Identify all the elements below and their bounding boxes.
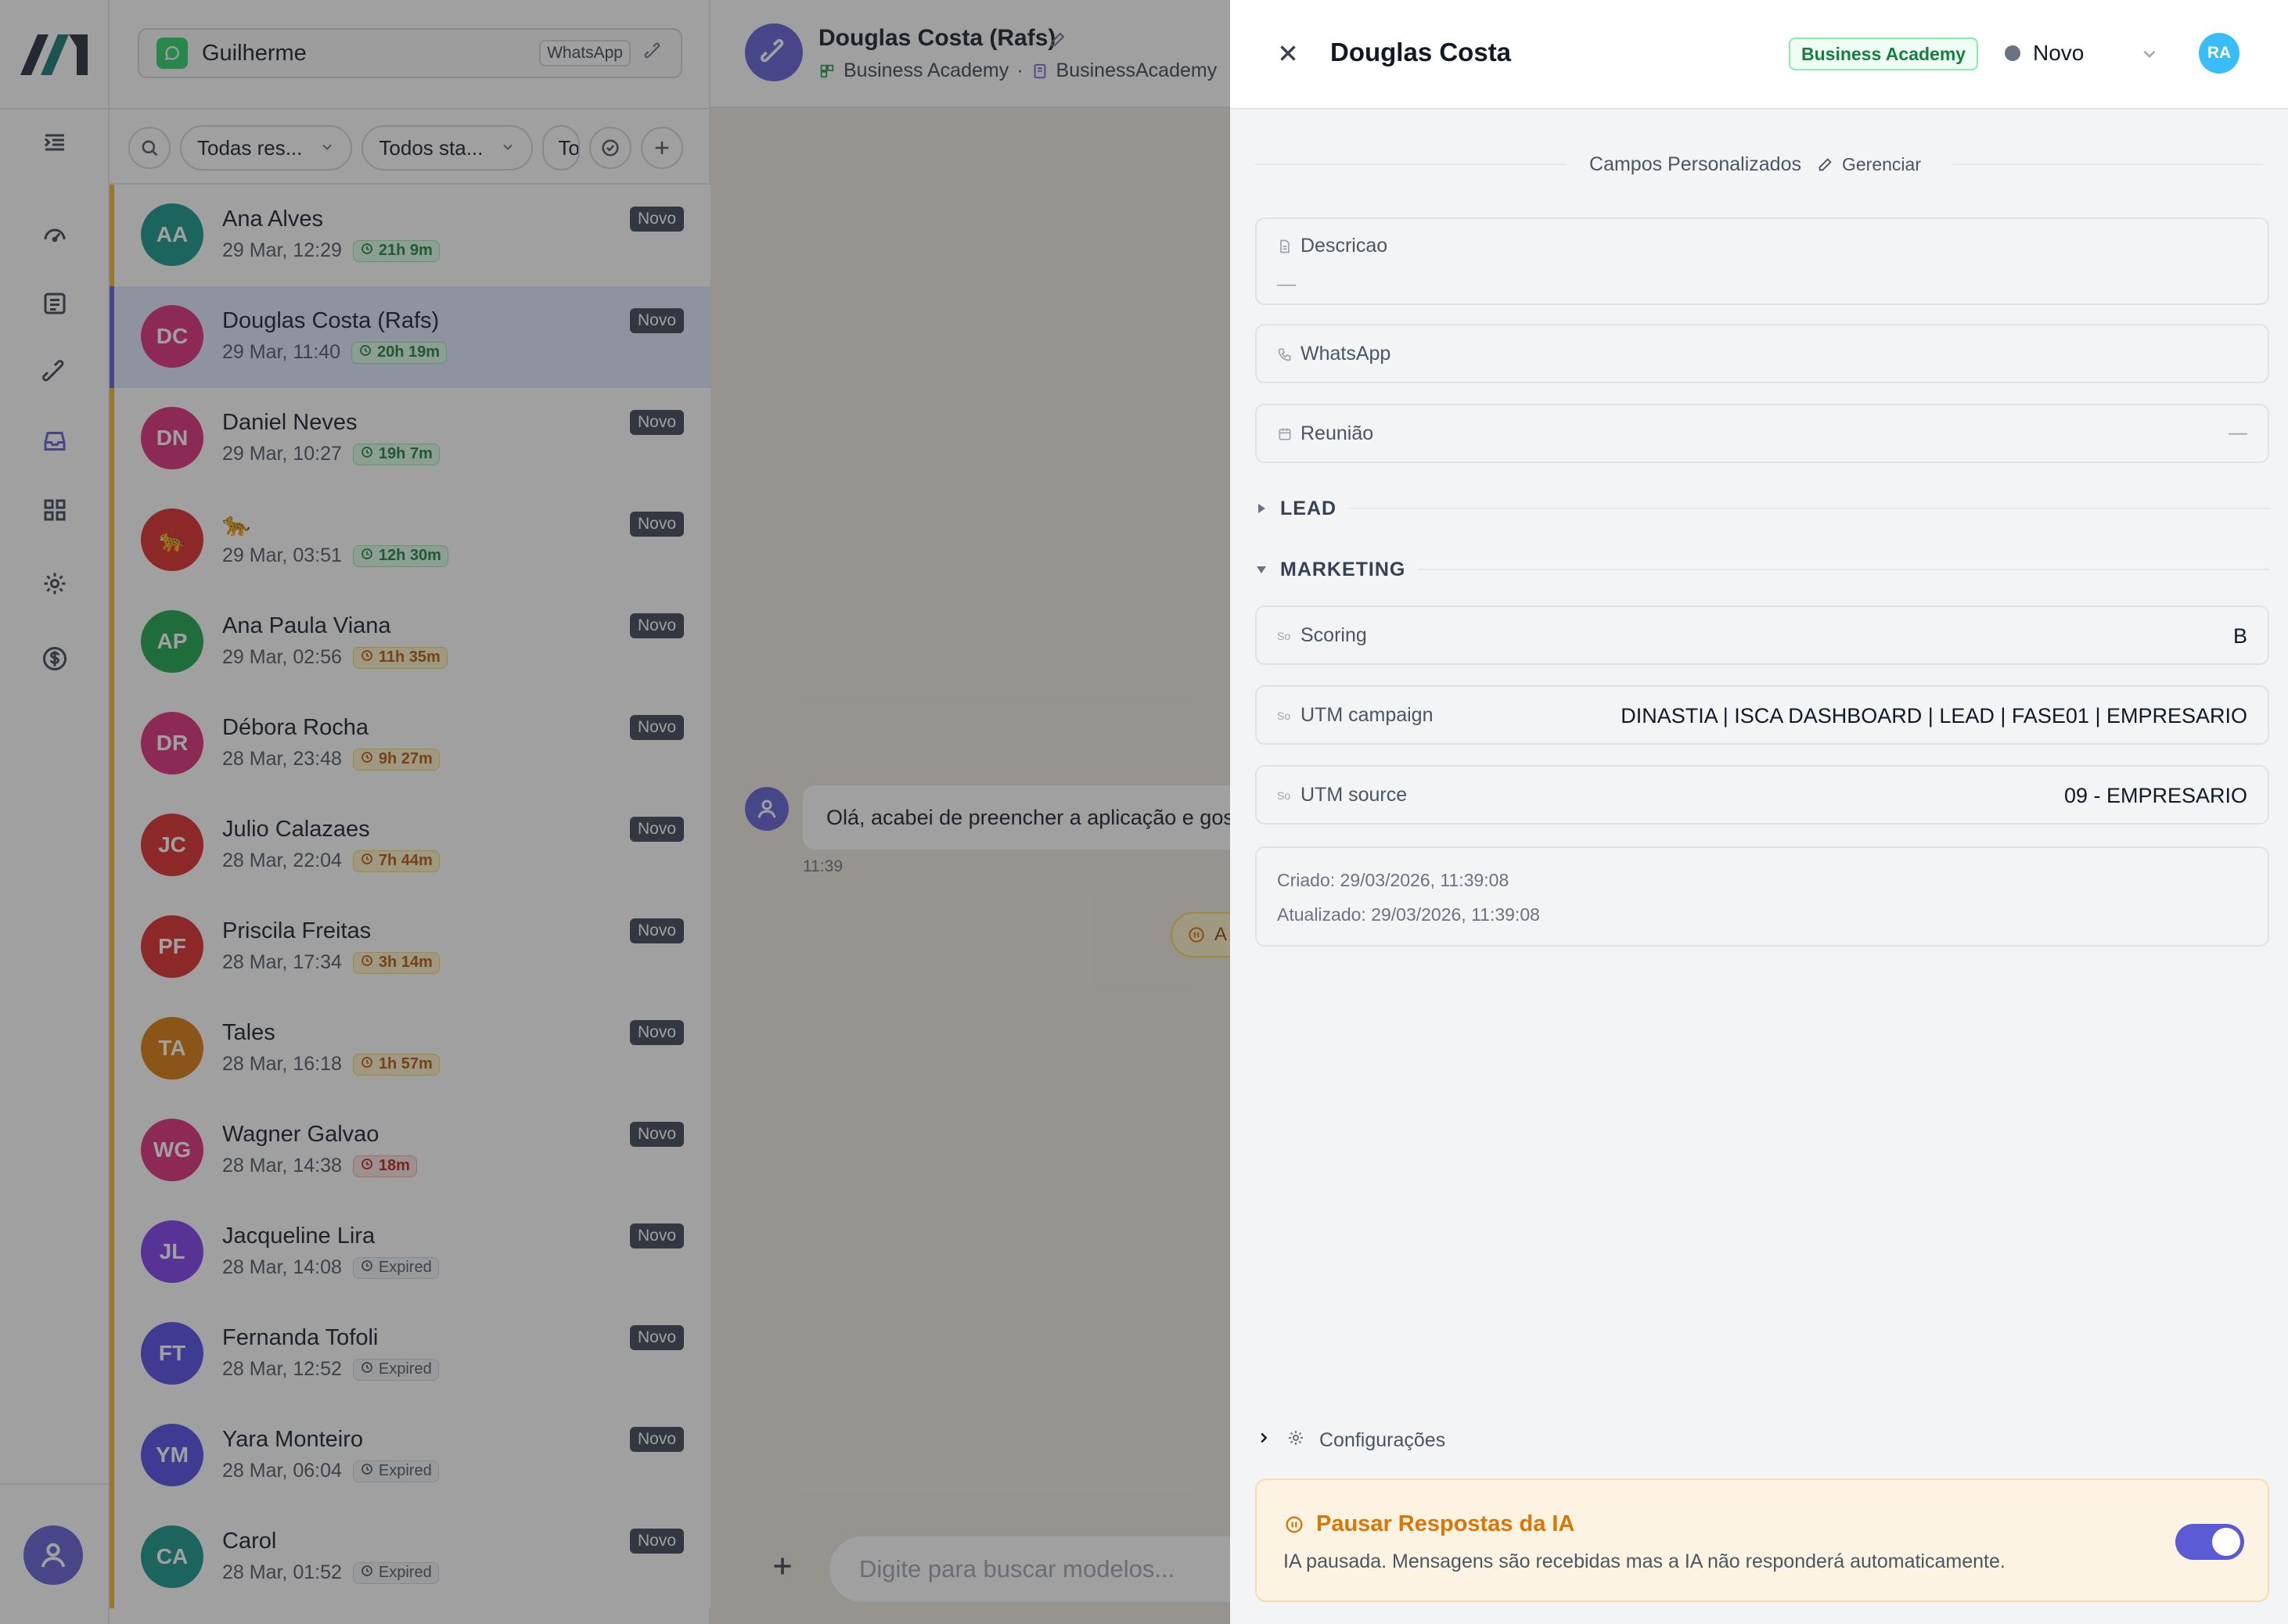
stage-selector[interactable]: Novo (2005, 41, 2084, 66)
custom-fields-header: Campos Personalizados Gerenciar (1255, 149, 2263, 180)
pause-ai-card: Pausar Respostas da IA IA pausada. Mensa… (1255, 1478, 2269, 1602)
field-marketing[interactable]: So UTM source 09 - EMPRESARIO (1255, 765, 2269, 825)
field-whatsapp[interactable]: WhatsApp (1255, 324, 2269, 383)
panel-header: Douglas Costa Business Academy Novo RA (1230, 0, 2288, 110)
modal-overlay[interactable] (0, 0, 1230, 1624)
gear-icon (1286, 1428, 1305, 1453)
document-icon (1280, 239, 1290, 253)
caret-down-icon (1257, 566, 1266, 573)
field-marketing[interactable]: So UTM campaign DINASTIA | ISCA DASHBOARD … (1255, 685, 2269, 745)
pause-ai-description: IA pausada. Mensagens são recebidas mas … (1283, 1550, 2006, 1572)
chevron-right-icon (1255, 1429, 1272, 1452)
settings-section-toggle[interactable]: Configurações (1255, 1428, 1445, 1453)
stage-dot (2005, 45, 2020, 61)
text-type-icon: So (1277, 629, 1291, 642)
assigned-user-avatar[interactable]: RA (2199, 33, 2239, 74)
field-marketing[interactable]: So Scoring B (1255, 605, 2269, 665)
stage-label: Novo (2033, 41, 2085, 65)
close-icon (1280, 45, 1296, 61)
updated-at: Atualizado: 29/03/2026, 11:39:08 (1277, 904, 1540, 925)
phone-icon (1278, 348, 1291, 361)
inbox-badge: Business Academy (1789, 38, 1979, 70)
chevron-down-icon[interactable] (2139, 44, 2160, 68)
created-at: Criado: 29/03/2026, 11:39:08 (1277, 870, 1509, 890)
pencil-icon (1819, 158, 1832, 171)
text-type-icon: So (1277, 709, 1291, 722)
close-panel-button[interactable] (1272, 38, 1304, 69)
panel-contact-name: Douglas Costa (1330, 38, 1512, 66)
pause-ai-title: Pausar Respostas da IA (1283, 1511, 1574, 1537)
pause-circle-icon (1286, 1516, 1303, 1532)
caret-right-icon (1258, 504, 1265, 513)
text-type-icon: So (1277, 789, 1291, 802)
contact-detail-panel: Douglas Costa Business Academy Novo RA C… (1230, 0, 2288, 1624)
record-timestamps: Criado: 29/03/2026, 11:39:08 Atualizado:… (1255, 846, 2269, 947)
field-descricao[interactable]: Descricao — (1255, 217, 2269, 305)
group-marketing-toggle[interactable]: MARKETING (1255, 554, 2269, 585)
pause-ai-toggle[interactable] (2175, 1524, 2244, 1560)
group-lead-toggle[interactable]: LEAD (1255, 493, 2269, 524)
custom-fields-title: Campos Personalizados (1589, 153, 1801, 175)
calendar-icon (1279, 428, 1291, 440)
field-reuniao[interactable]: Reunião — (1255, 404, 2269, 463)
manage-fields-button[interactable]: Gerenciar (1817, 154, 1921, 175)
